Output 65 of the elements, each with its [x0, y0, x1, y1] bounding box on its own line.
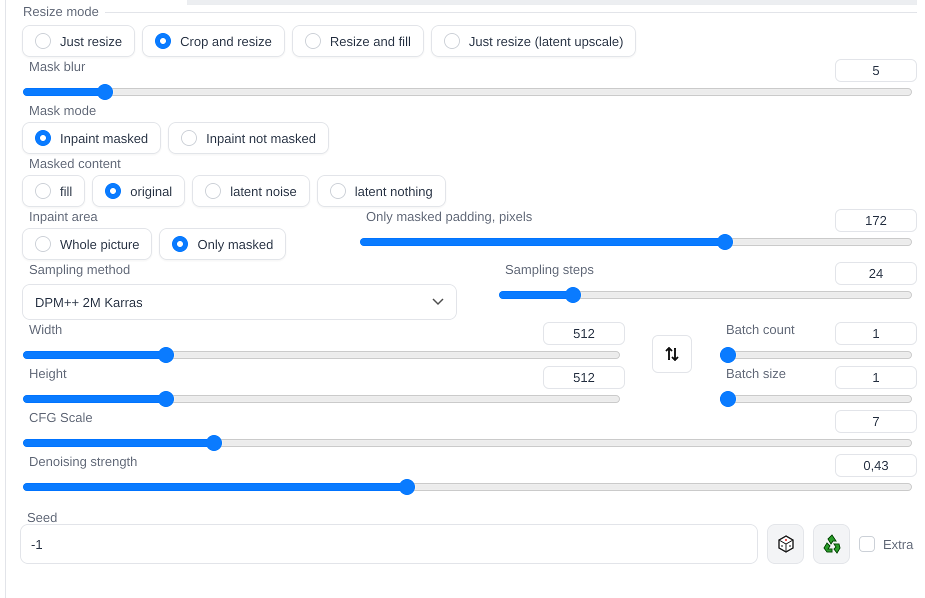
reuse-button[interactable]: [813, 524, 850, 564]
slider[interactable]: [23, 391, 620, 407]
slider[interactable]: [499, 287, 912, 303]
slider[interactable]: [23, 435, 912, 451]
slider[interactable]: [23, 347, 620, 363]
radio-option[interactable]: Only masked: [159, 228, 286, 260]
radio-option[interactable]: Crop and resize: [142, 25, 285, 57]
radio-option[interactable]: latent nothing: [316, 175, 446, 207]
group-label: Masked content: [28, 156, 122, 172]
number-field[interactable]: 1: [835, 322, 917, 345]
radio-option[interactable]: original: [92, 175, 186, 207]
number-field[interactable]: 5: [835, 59, 917, 82]
slider-label: Only masked padding, pixels: [365, 209, 534, 225]
number-field[interactable]: 24: [835, 262, 917, 285]
slider-thumb[interactable]: [564, 287, 581, 303]
dice-icon: [776, 535, 794, 553]
number-field[interactable]: 512: [543, 366, 625, 389]
swap-arrows-icon: [665, 347, 679, 361]
slider-thumb[interactable]: [399, 479, 416, 495]
slider-label: Height: [28, 366, 68, 382]
radio-option[interactable]: Just resize: [22, 25, 136, 57]
dropdown-label: Sampling method: [28, 262, 132, 278]
radio-option[interactable]: Just resize (latent upscale): [430, 25, 636, 57]
slider-label: CFG Scale: [28, 410, 94, 426]
number-field[interactable]: 512: [543, 322, 625, 345]
radio-option[interactable]: Whole picture: [22, 228, 152, 260]
slider-label: Width: [28, 322, 64, 338]
slider[interactable]: [720, 391, 912, 407]
swap-button[interactable]: [652, 335, 692, 373]
slider-label: Batch count: [725, 322, 796, 338]
number-field[interactable]: 0,43: [835, 454, 917, 477]
slider[interactable]: [23, 479, 912, 495]
recycle-icon: [822, 534, 842, 554]
slider-label: Sampling steps: [504, 262, 595, 278]
slider-label: Batch size: [725, 366, 787, 382]
number-field[interactable]: 1: [835, 366, 917, 389]
slider-thumb[interactable]: [158, 391, 174, 407]
chevron-down-icon: [432, 298, 444, 306]
radio-option[interactable]: latent noise: [192, 175, 310, 207]
checkbox-label: Extra: [883, 536, 914, 552]
sampling-dropdown[interactable]: DPM++ 2M Karras: [22, 284, 457, 320]
slider[interactable]: [360, 234, 912, 250]
slider-thumb[interactable]: [720, 347, 736, 363]
slider-label: Denoising strength: [28, 454, 138, 470]
radio-option[interactable]: Inpaint masked: [22, 122, 162, 154]
random-button[interactable]: [767, 524, 804, 564]
slider-thumb[interactable]: [716, 234, 733, 250]
slider-thumb[interactable]: [720, 391, 736, 407]
group-label: Mask mode: [28, 103, 98, 119]
section-legend: Resize mode: [16, 4, 99, 20]
seed-field[interactable]: -1: [20, 524, 758, 564]
slider[interactable]: [23, 84, 912, 100]
slider-thumb[interactable]: [158, 347, 174, 363]
radio-option[interactable]: Resize and fill: [292, 25, 424, 57]
checkbox[interactable]: [859, 536, 875, 552]
slider[interactable]: [720, 347, 912, 363]
number-field[interactable]: 172: [835, 209, 917, 232]
group-label: Inpaint area: [28, 209, 99, 225]
slider-thumb[interactable]: [97, 84, 114, 100]
slider-thumb[interactable]: [206, 435, 222, 451]
slider-label: Mask blur: [28, 59, 86, 75]
field-label: Seed: [26, 510, 58, 526]
number-field[interactable]: 7: [835, 410, 917, 433]
radio-option[interactable]: Inpaint not masked: [168, 122, 330, 154]
radio-option[interactable]: fill: [22, 175, 86, 207]
